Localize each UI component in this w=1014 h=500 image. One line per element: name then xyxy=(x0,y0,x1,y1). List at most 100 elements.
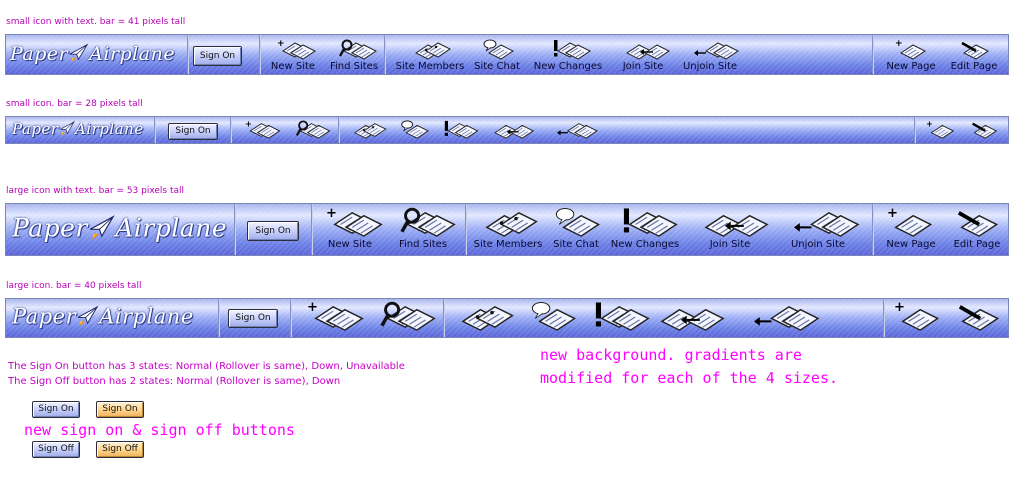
airplane-logo-icon xyxy=(76,304,99,332)
unjoin-site-icon xyxy=(544,120,600,140)
join-site-button[interactable] xyxy=(646,301,726,333)
find-sites-button[interactable] xyxy=(372,301,436,333)
toolbar-large-with-text: Paper Airplane Sign On + New Site Find Sit… xyxy=(5,203,1009,256)
site-chat-icon xyxy=(472,39,522,61)
new-page-icon: + xyxy=(894,300,942,333)
site-members-icon xyxy=(453,301,515,333)
sign-on-states-note: The Sign On button has 3 states: Normal … xyxy=(8,361,405,372)
sign-on-button[interactable]: Sign On xyxy=(193,46,242,66)
new-changes-icon xyxy=(532,39,604,61)
new-page-icon: + xyxy=(883,39,939,61)
edit-page-button[interactable]: Edit Page xyxy=(948,207,1006,250)
unjoin-site-icon xyxy=(776,207,860,239)
join-site-icon xyxy=(690,207,770,239)
join-site-label: Join Site xyxy=(622,61,664,72)
sign-on-button[interactable]: Sign On xyxy=(168,123,218,140)
find-sites-icon xyxy=(392,207,456,239)
find-sites-label: Find Sites xyxy=(329,61,379,72)
sign-off-button-down[interactable]: Sign Off xyxy=(96,441,144,458)
new-changes-label: New Changes xyxy=(610,239,680,250)
svg-text:+: + xyxy=(277,39,285,49)
new-page-button[interactable]: + xyxy=(924,118,958,140)
new-changes-button[interactable] xyxy=(438,120,479,140)
find-sites-button[interactable]: Find Sites xyxy=(326,39,382,72)
site-chat-button[interactable] xyxy=(394,120,434,140)
svg-text:+: + xyxy=(887,206,898,221)
site-chat-label: Site Chat xyxy=(553,239,599,250)
unjoin-site-button[interactable]: Unjoin Site xyxy=(679,39,741,72)
sign-on-button[interactable]: Sign On xyxy=(247,221,299,241)
new-site-label: New Site xyxy=(270,61,316,72)
site-members-button[interactable] xyxy=(348,120,388,140)
unjoin-site-icon xyxy=(679,39,741,61)
new-changes-button[interactable] xyxy=(586,301,650,333)
edit-page-icon xyxy=(964,120,1004,140)
caption-bar-28px: small icon. bar = 28 pixels tall xyxy=(6,99,143,109)
site-members-label: Site Members xyxy=(395,61,465,72)
new-page-icon: + xyxy=(924,118,958,140)
unjoin-site-button[interactable] xyxy=(736,301,820,333)
site-members-label: Site Members xyxy=(473,239,543,250)
sign-on-button-down[interactable]: Sign On xyxy=(96,401,144,418)
site-chat-icon xyxy=(551,207,601,239)
edit-page-button[interactable] xyxy=(950,301,1006,333)
new-page-button[interactable]: + New Page xyxy=(882,206,940,250)
unjoin-site-label: Unjoin Site xyxy=(682,61,738,72)
background-note-line2: modified for each of the 4 sizes. xyxy=(540,369,839,387)
site-members-icon xyxy=(348,120,388,140)
site-members-button[interactable]: Site Members xyxy=(472,207,544,250)
airplane-logo-icon xyxy=(59,120,76,141)
new-page-icon: + xyxy=(882,206,940,239)
join-site-button[interactable] xyxy=(482,120,538,140)
sign-on-button-normal[interactable]: Sign On xyxy=(32,401,80,418)
caption-bar-41px: small icon with text. bar = 41 pixels ta… xyxy=(6,17,186,27)
find-sites-button[interactable] xyxy=(290,120,331,140)
site-chat-button[interactable] xyxy=(521,301,583,333)
edit-page-icon xyxy=(948,207,1006,239)
new-site-button[interactable]: + New Site xyxy=(320,206,383,250)
paper-airplane-logo: Paper Airplane xyxy=(12,213,227,247)
new-page-label: New Page xyxy=(886,61,936,72)
edit-page-label: Edit Page xyxy=(953,239,1001,250)
toolbar-small-icon: Paper Airplane Sign On + + xyxy=(5,116,1009,144)
unjoin-site-button[interactable] xyxy=(544,120,600,140)
sign-on-button[interactable]: Sign On xyxy=(228,309,278,328)
new-page-button[interactable]: + New Page xyxy=(883,39,939,72)
sign-off-states-note: The Sign Off button has 2 states: Normal… xyxy=(8,376,341,387)
find-sites-label: Find Sites xyxy=(398,239,448,250)
new-changes-button[interactable]: New Changes xyxy=(532,39,604,72)
new-changes-button[interactable]: New Changes xyxy=(608,207,682,250)
sign-off-button-normal[interactable]: Sign Off xyxy=(32,441,80,458)
site-chat-icon xyxy=(521,301,583,333)
toolbar-large-icon: Paper Airplane Sign On + + xyxy=(5,298,1009,338)
new-site-icon: + xyxy=(300,300,364,333)
unjoin-site-label: Unjoin Site xyxy=(790,239,846,250)
background-note-line1: new background. gradients are xyxy=(540,346,802,364)
svg-text:+: + xyxy=(894,300,905,315)
site-members-button[interactable] xyxy=(453,301,515,333)
edit-page-button[interactable]: Edit Page xyxy=(946,39,1002,72)
toolbar-small-with-text: Paper Airplane Sign On + New Site Find Sit… xyxy=(5,34,1009,75)
new-site-button[interactable]: + New Site xyxy=(268,39,318,72)
new-site-button[interactable]: + xyxy=(240,118,281,140)
site-chat-button[interactable]: Site Chat xyxy=(472,39,522,72)
svg-text:+: + xyxy=(326,206,337,221)
new-site-label: New Site xyxy=(327,239,373,250)
buttons-note: new sign on & sign off buttons xyxy=(24,421,295,439)
paper-airplane-logo: Paper Airplane xyxy=(10,42,175,68)
join-site-button[interactable]: Join Site xyxy=(690,207,770,250)
new-page-label: New Page xyxy=(886,239,936,250)
site-chat-button[interactable]: Site Chat xyxy=(551,207,601,250)
join-site-button[interactable]: Join Site xyxy=(615,39,671,72)
new-site-button[interactable]: + xyxy=(300,300,364,333)
edit-page-button[interactable] xyxy=(964,120,1004,140)
new-site-icon: + xyxy=(320,206,383,239)
new-page-button[interactable]: + xyxy=(894,300,942,333)
find-sites-button[interactable]: Find Sites xyxy=(392,207,456,250)
unjoin-site-button[interactable]: Unjoin Site xyxy=(776,207,860,250)
unjoin-site-icon xyxy=(736,301,820,333)
svg-text:+: + xyxy=(895,39,903,49)
new-changes-icon xyxy=(438,120,479,140)
new-site-icon: + xyxy=(268,39,318,61)
site-members-button[interactable]: Site Members xyxy=(395,39,465,72)
